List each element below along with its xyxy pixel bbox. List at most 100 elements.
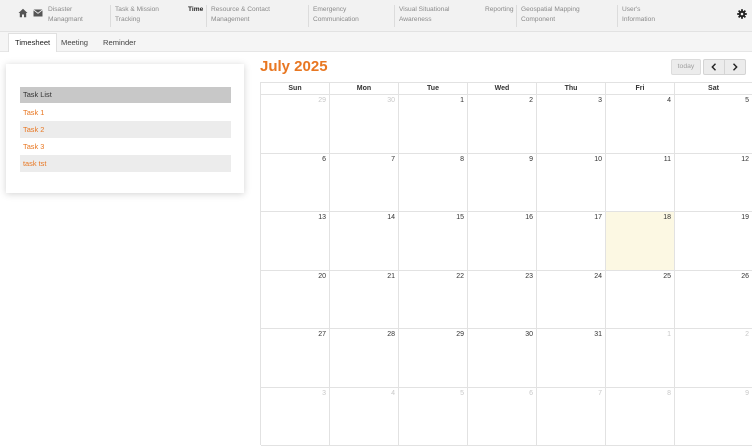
task-item[interactable]: Task 2: [20, 121, 231, 138]
day-number: 30: [387, 97, 395, 104]
task-list-panel: Task List Task 1 Task 2 Task 3 task tst: [6, 64, 244, 193]
calendar-day-cell[interactable]: 26: [675, 271, 752, 330]
task-item[interactable]: Task 1: [20, 104, 231, 121]
calendar-grid: SunMonTueWedThuFriSat2930123456789101112…: [260, 82, 752, 445]
day-number: 23: [525, 273, 533, 280]
calendar-day-cell[interactable]: 30: [468, 329, 537, 388]
gear-icon[interactable]: [737, 9, 747, 19]
calendar-day-cell[interactable]: 2: [675, 329, 752, 388]
top-navigation: DisasterManagmant Task & MissionTracking…: [0, 0, 752, 32]
weekday-header: Wed: [468, 83, 537, 95]
nav-item-geospatial-mapping-component[interactable]: Geospatial MappingComponent: [516, 5, 615, 27]
prev-month-button[interactable]: [703, 59, 725, 75]
nav-item-reporting[interactable]: Reporting: [481, 5, 516, 27]
tab-reminder[interactable]: Reminder: [97, 34, 142, 51]
calendar-day-cell[interactable]: 14: [330, 212, 399, 271]
calendar-day-cell[interactable]: 25: [606, 271, 675, 330]
weekday-header: Tue: [399, 83, 468, 95]
calendar-day-cell[interactable]: 3: [261, 388, 330, 446]
calendar-day-cell[interactable]: 20: [261, 271, 330, 330]
nav-item-disaster-managment[interactable]: DisasterManagmant: [44, 5, 108, 27]
calendar-day-cell[interactable]: 21: [330, 271, 399, 330]
day-number: 4: [667, 97, 671, 104]
day-number: 15: [456, 214, 464, 221]
calendar-day-cell[interactable]: 23: [468, 271, 537, 330]
day-number: 5: [460, 390, 464, 397]
calendar-day-cell[interactable]: 9: [675, 388, 752, 446]
calendar-day-cell[interactable]: 1: [399, 95, 468, 154]
day-number: 22: [456, 273, 464, 280]
calendar-day-cell[interactable]: 7: [537, 388, 606, 446]
calendar-day-cell[interactable]: 5: [675, 95, 752, 154]
day-number: 9: [745, 390, 749, 397]
day-number: 8: [460, 156, 464, 163]
weekday-header: Fri: [606, 83, 675, 95]
task-item[interactable]: task tst: [20, 155, 231, 172]
calendar-day-cell[interactable]: 9: [468, 154, 537, 213]
calendar-day-cell[interactable]: 29: [399, 329, 468, 388]
day-number: 3: [598, 97, 602, 104]
calendar-day-cell[interactable]: 5: [399, 388, 468, 446]
nav-item-visual-situational-awareness[interactable]: Visual SituationalAwareness: [394, 5, 481, 27]
calendar-day-cell[interactable]: 13: [261, 212, 330, 271]
calendar-day-cell[interactable]: 6: [261, 154, 330, 213]
day-number: 16: [525, 214, 533, 221]
tab-timesheet[interactable]: Timesheet: [8, 33, 57, 52]
nav-item-users-information[interactable]: User'sInformation: [617, 5, 687, 27]
day-number: 30: [525, 331, 533, 338]
today-button[interactable]: today: [671, 59, 701, 75]
calendar-day-cell[interactable]: 2: [468, 95, 537, 154]
day-number: 11: [664, 156, 671, 163]
nav-item-emergency-communication[interactable]: EmergencyCommunication: [308, 5, 393, 27]
calendar-day-cell[interactable]: 27: [261, 329, 330, 388]
calendar-day-cell[interactable]: 15: [399, 212, 468, 271]
day-number: 31: [594, 331, 602, 338]
calendar-day-cell[interactable]: 1: [606, 329, 675, 388]
nav-item-resource-contact-management[interactable]: Resource & ContactManagement: [206, 5, 306, 27]
calendar-day-cell[interactable]: 17: [537, 212, 606, 271]
day-number: 24: [594, 273, 602, 280]
calendar-day-cell[interactable]: 8: [399, 154, 468, 213]
calendar-day-cell[interactable]: 16: [468, 212, 537, 271]
day-number: 20: [318, 273, 326, 280]
calendar-day-cell[interactable]: 7: [330, 154, 399, 213]
day-number: 14: [387, 214, 395, 221]
day-number: 6: [322, 156, 326, 163]
calendar-day-cell[interactable]: 4: [606, 95, 675, 154]
day-number: 17: [594, 214, 602, 221]
task-list-header: Task List: [20, 87, 231, 103]
nav-item-task-mission-tracking[interactable]: Task & MissionTracking: [110, 5, 182, 27]
calendar-day-cell[interactable]: 24: [537, 271, 606, 330]
calendar-day-cell[interactable]: 11: [606, 154, 675, 213]
weekday-header: Sun: [261, 83, 330, 95]
calendar-day-cell[interactable]: 18: [606, 212, 675, 271]
calendar-day-cell[interactable]: 31: [537, 329, 606, 388]
calendar-day-cell[interactable]: 30: [330, 95, 399, 154]
day-number: 2: [745, 331, 749, 338]
next-month-button[interactable]: [724, 59, 746, 75]
calendar-day-cell[interactable]: 29: [261, 95, 330, 154]
calendar-day-cell[interactable]: 28: [330, 329, 399, 388]
calendar-day-cell[interactable]: 10: [537, 154, 606, 213]
calendar-day-cell[interactable]: 8: [606, 388, 675, 446]
day-number: 28: [387, 331, 395, 338]
nav-item-time[interactable]: Time: [184, 5, 206, 27]
weekday-header: Mon: [330, 83, 399, 95]
home-icon[interactable]: [18, 8, 28, 18]
calendar-day-cell[interactable]: 19: [675, 212, 752, 271]
day-number: 4: [391, 390, 395, 397]
calendar-day-cell[interactable]: 6: [468, 388, 537, 446]
chevron-right-icon: [732, 63, 738, 71]
day-number: 7: [391, 156, 395, 163]
day-number: 12: [741, 156, 749, 163]
calendar-day-cell[interactable]: 22: [399, 271, 468, 330]
day-number: 25: [663, 273, 671, 280]
calendar-day-cell[interactable]: 12: [675, 154, 752, 213]
tab-meeting[interactable]: Meeting: [55, 34, 94, 51]
day-number: 2: [529, 97, 533, 104]
task-item[interactable]: Task 3: [20, 138, 231, 155]
day-number: 29: [318, 97, 326, 104]
calendar-day-cell[interactable]: 4: [330, 388, 399, 446]
mail-icon[interactable]: [33, 9, 43, 17]
calendar-day-cell[interactable]: 3: [537, 95, 606, 154]
